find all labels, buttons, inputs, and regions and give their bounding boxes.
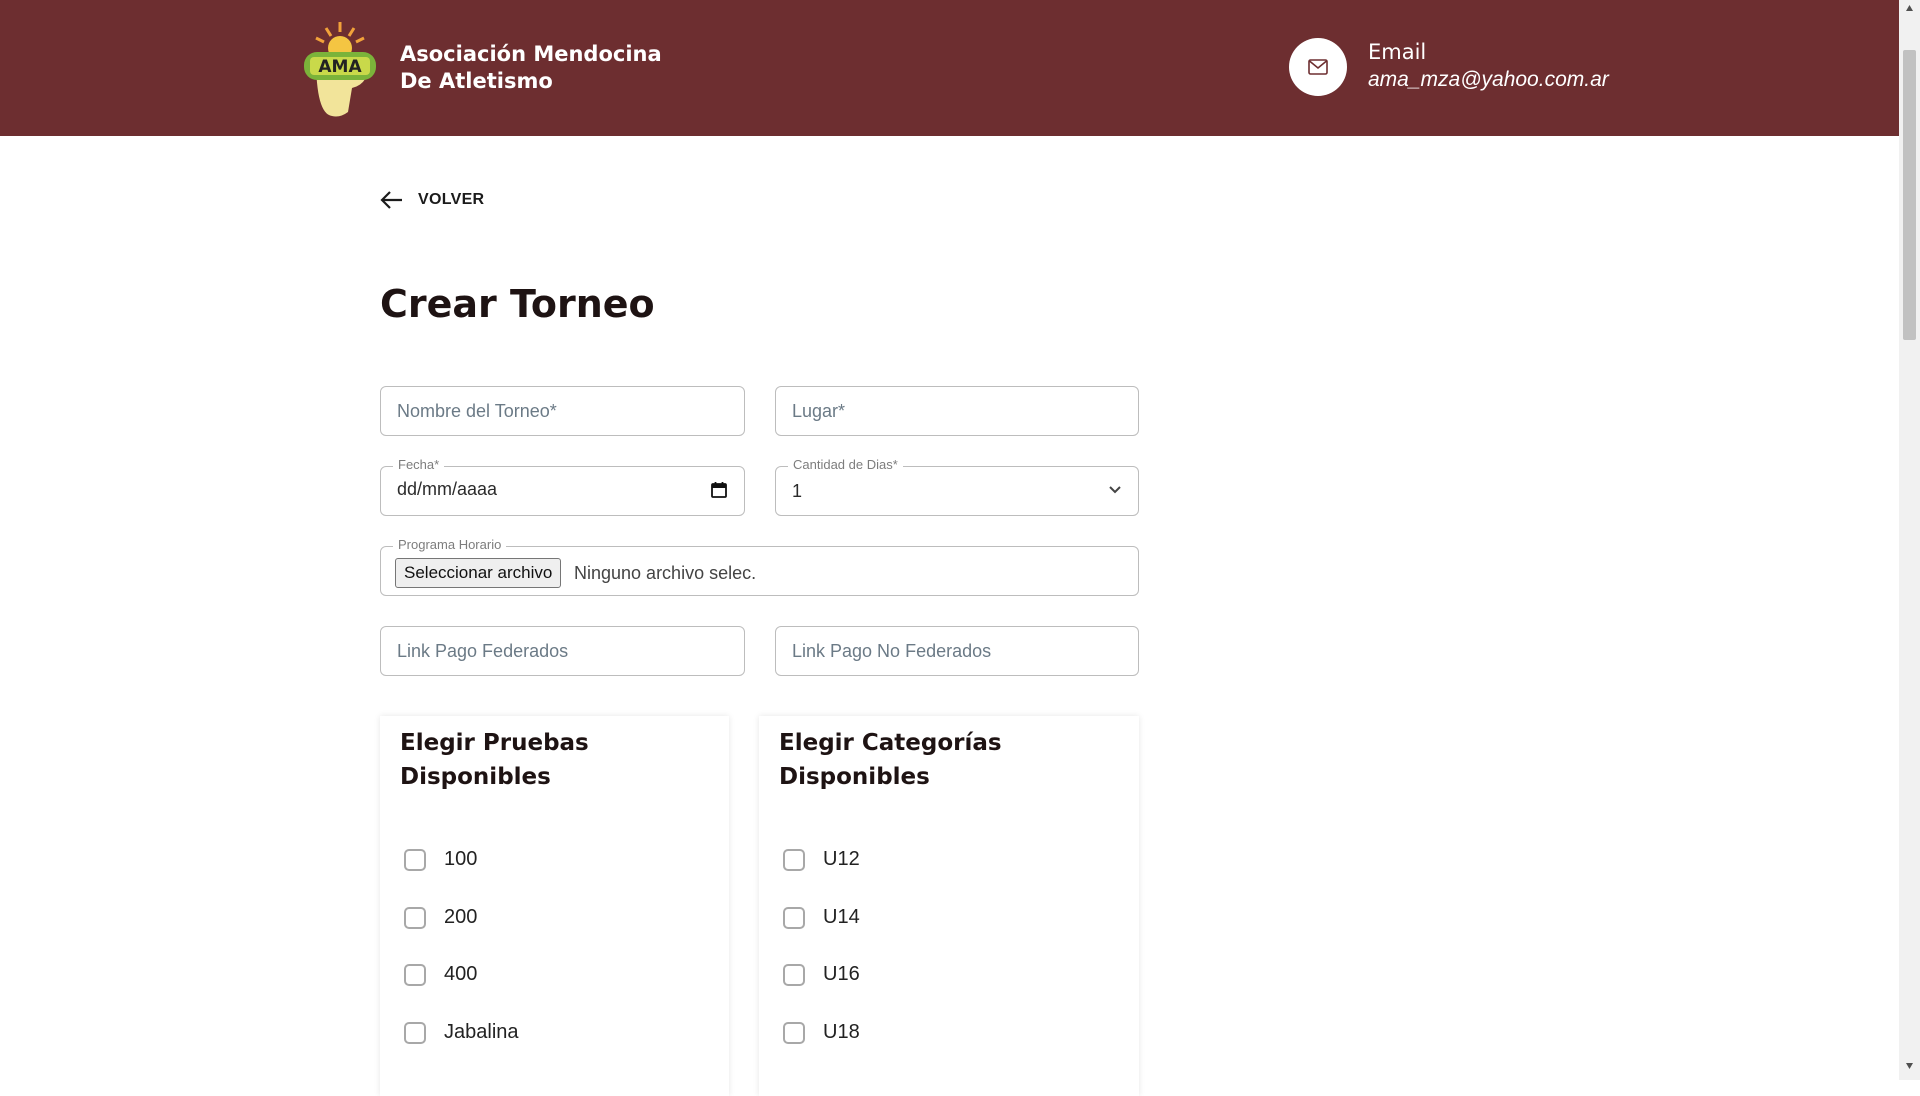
- contact-email-value[interactable]: ama_mza@yahoo.com.ar: [1368, 65, 1609, 95]
- contact-label: Email: [1368, 40, 1427, 64]
- org-name-line2: De Atletismo: [400, 69, 553, 93]
- org-name-line1: Asociación Mendocina: [400, 42, 662, 66]
- scrollbar[interactable]: [1899, 0, 1920, 1080]
- categorias-title: Elegir Categorías Disponibles: [779, 730, 1002, 790]
- back-label: VOLVER: [418, 191, 485, 208]
- select-file-button[interactable]: Seleccionar archivo: [395, 558, 562, 588]
- prueba-label: Jabalina: [444, 1021, 519, 1043]
- programa-horario-field[interactable]: Programa Horario Seleccionar archivo Nin…: [380, 537, 1139, 596]
- site-header: AMA Asociación Mendocina De Atletismo Em…: [0, 0, 1899, 136]
- back-link[interactable]: VOLVER: [380, 190, 484, 210]
- calendar-icon[interactable]: [710, 481, 728, 499]
- cantidad-dias-label: Cantidad de Dias*: [788, 457, 903, 472]
- mail-icon: [1289, 38, 1347, 96]
- checkbox[interactable]: [783, 848, 805, 871]
- categoria-option[interactable]: U18: [783, 1021, 860, 1044]
- org-name: Asociación Mendocina De Atletismo: [400, 41, 662, 95]
- scrollbar-thumb[interactable]: [1903, 50, 1916, 340]
- brand[interactable]: AMA Asociación Mendocina De Atletismo: [302, 18, 662, 118]
- prueba-option[interactable]: 100: [404, 848, 477, 871]
- categoria-label: U14: [823, 906, 860, 928]
- fecha-label: Fecha*: [393, 457, 445, 472]
- link-pago-federados-input[interactable]: [381, 627, 744, 675]
- nombre-torneo-field[interactable]: [380, 386, 745, 436]
- prueba-option[interactable]: 200: [404, 906, 477, 929]
- categoria-label: U16: [823, 963, 860, 985]
- categoria-option[interactable]: U16: [783, 963, 860, 986]
- categoria-label: U18: [823, 1021, 860, 1043]
- checkbox[interactable]: [783, 963, 805, 986]
- ama-logo: AMA: [304, 22, 376, 117]
- prueba-option[interactable]: Jabalina: [404, 1021, 519, 1044]
- pruebas-title: Elegir Pruebas Disponibles: [400, 730, 589, 790]
- link-pago-federados-field[interactable]: [380, 626, 745, 676]
- prueba-label: 100: [444, 848, 478, 870]
- categoria-label: U12: [823, 848, 860, 870]
- categoria-option[interactable]: U14: [783, 906, 860, 929]
- programa-horario-label: Programa Horario: [393, 537, 507, 552]
- checkbox[interactable]: [783, 906, 805, 929]
- link-pago-no-federados-field[interactable]: [775, 626, 1139, 676]
- checkbox[interactable]: [404, 906, 426, 929]
- svg-text:AMA: AMA: [318, 57, 362, 77]
- scroll-up-arrow-icon[interactable]: [1905, 4, 1914, 12]
- cantidad-dias-value: 1: [792, 481, 803, 501]
- checkbox[interactable]: [404, 963, 426, 986]
- lugar-input[interactable]: [776, 387, 1138, 435]
- chevron-down-icon: [1109, 486, 1121, 494]
- cantidad-dias-select[interactable]: Cantidad de Dias* 1: [775, 457, 1139, 516]
- nombre-torneo-input[interactable]: [381, 387, 744, 435]
- lugar-field[interactable]: [775, 386, 1139, 436]
- link-pago-no-federados-input[interactable]: [776, 627, 1138, 675]
- pruebas-card: Elegir Pruebas Disponibles 100 200 400 J…: [380, 716, 729, 1096]
- categoria-option[interactable]: U12: [783, 848, 860, 871]
- categorias-card: Elegir Categorías Disponibles U12 U14 U1…: [759, 716, 1139, 1096]
- contact-email[interactable]: Email ama_mza@yahoo.com.ar: [1289, 38, 1609, 96]
- fecha-field[interactable]: Fecha* dd/mm/aaaa: [380, 457, 745, 516]
- fecha-value[interactable]: dd/mm/aaaa: [397, 479, 497, 500]
- prueba-label: 200: [444, 906, 478, 928]
- page-title: Crear Torneo: [380, 282, 655, 326]
- prueba-label: 400: [444, 963, 478, 985]
- checkbox[interactable]: [783, 1021, 805, 1044]
- prueba-option[interactable]: 400: [404, 963, 477, 986]
- checkbox[interactable]: [404, 1021, 426, 1044]
- checkbox[interactable]: [404, 848, 426, 871]
- scroll-down-arrow-icon[interactable]: [1905, 1062, 1914, 1070]
- file-status: Ninguno archivo selec.: [574, 563, 757, 583]
- arrow-left-icon: [380, 191, 402, 209]
